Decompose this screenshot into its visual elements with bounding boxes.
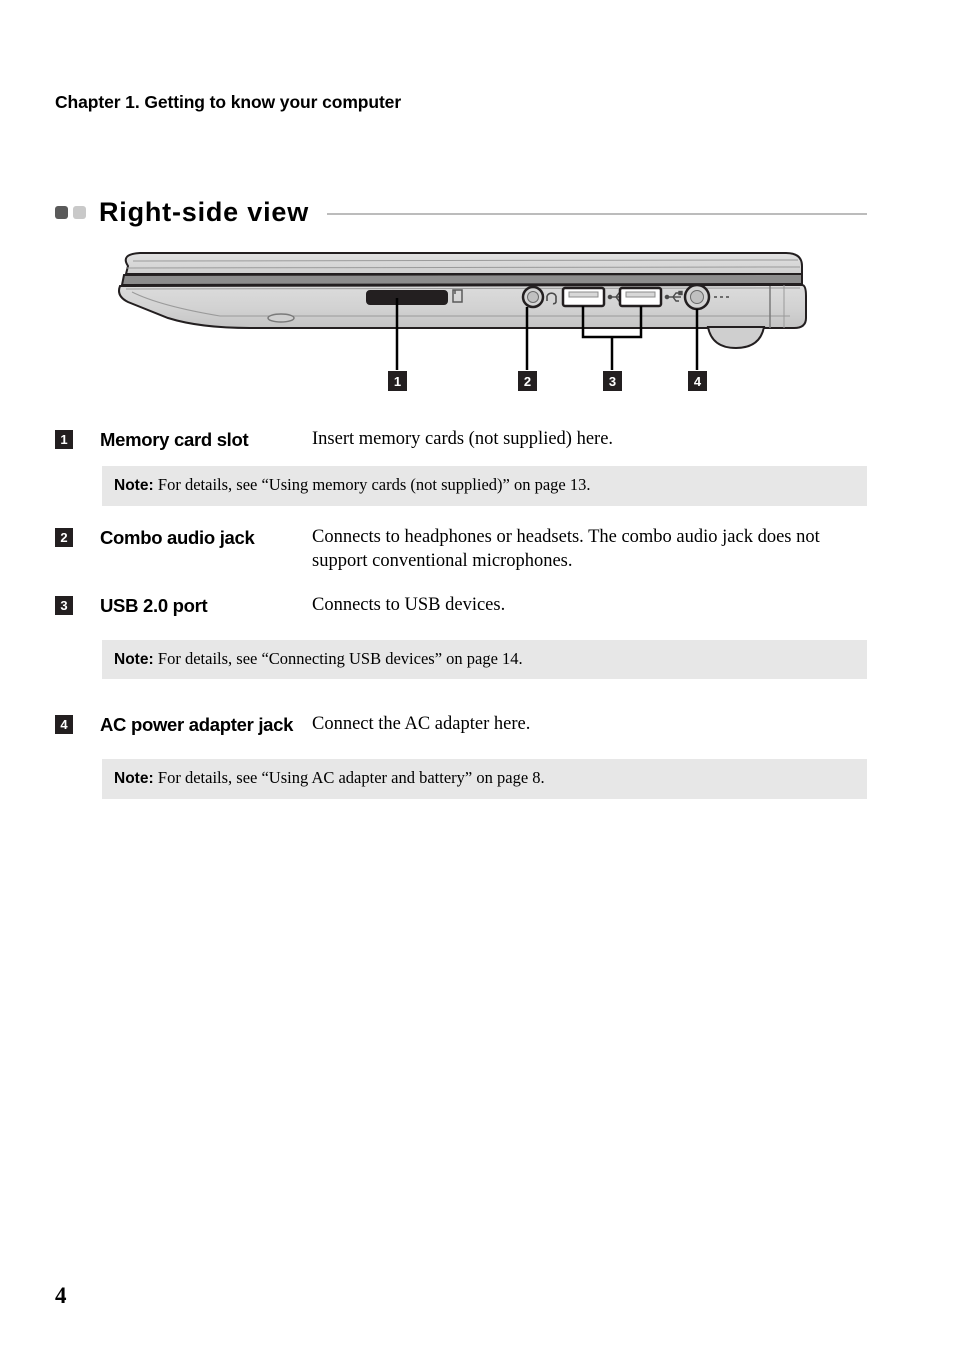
- svg-text:1: 1: [394, 374, 401, 389]
- row-badge-cell: 1: [55, 426, 100, 449]
- callout-badges: 1 2 3 4: [388, 371, 707, 391]
- note-label: Note:: [114, 650, 158, 668]
- table-row: 4 AC power adapter jack Connect the AC a…: [55, 705, 867, 739]
- row-badge: 4: [55, 715, 73, 735]
- note-ac-adapter: Note: For details, see “Using AC adapter…: [102, 759, 867, 799]
- row-label: USB 2.0 port: [100, 594, 208, 616]
- bullet-light-icon: [73, 205, 86, 219]
- callout-badge-1: 1: [388, 371, 407, 391]
- row-badge: 2: [55, 527, 73, 547]
- callout-badge-4: 4: [688, 371, 707, 391]
- port-spec-table: 1 Memory card slot Insert memory cards (…: [55, 420, 867, 799]
- table-row: 2 Combo audio jack Connects to headphone…: [55, 518, 867, 574]
- table-row: 1 Memory card slot Insert memory cards (…: [55, 420, 867, 454]
- page-number: 4: [55, 1283, 67, 1308]
- table-row: 3 USB 2.0 port Connects to USB devices.: [55, 586, 867, 620]
- svg-text:3: 3: [609, 374, 616, 389]
- laptop-body: [118, 252, 807, 350]
- row-description: Connects to headphones or headsets. The …: [312, 526, 820, 572]
- laptop-right-side-figure: 1 2 3 4: [0, 240, 954, 400]
- svg-text:2: 2: [524, 374, 531, 389]
- chapter-header: Chapter 1. Getting to know your computer: [55, 92, 402, 112]
- note-text: For details, see “Using AC adapter and b…: [157, 768, 545, 788]
- heading-rule: [327, 212, 867, 215]
- svg-text:4: 4: [694, 374, 702, 389]
- row-badge: 3: [55, 595, 73, 615]
- row-description: Insert memory cards (not supplied) here.: [312, 429, 614, 449]
- bullet-dark-icon: [55, 205, 68, 219]
- note-memory-card: Note: For details, see “Using memory car…: [102, 466, 867, 506]
- row-label: AC power adapter jack: [100, 714, 294, 736]
- row-badge-cell: 4: [55, 711, 100, 735]
- row-description: Connect the AC adapter here.: [312, 714, 531, 735]
- row-description: Connects to USB devices.: [312, 594, 506, 615]
- row-label: Combo audio jack: [100, 526, 255, 548]
- callout-badge-3: 3: [603, 371, 622, 391]
- row-badge-cell: 3: [55, 592, 100, 615]
- note-usb: Note: For details, see “Connecting USB d…: [102, 639, 867, 680]
- row-badge: 1: [55, 430, 73, 449]
- note-label: Note:: [114, 477, 158, 495]
- note-text: For details, see “Connecting USB devices…: [157, 648, 523, 668]
- row-badge-cell: 2: [55, 524, 100, 547]
- note-text: For details, see “Using memory cards (no…: [157, 475, 591, 495]
- page-title: Right-side view: [99, 196, 310, 227]
- callout-badge-2: 2: [518, 371, 537, 391]
- note-label: Note:: [114, 770, 158, 788]
- row-label: Memory card slot: [100, 429, 249, 450]
- section-heading: Right-side view: [55, 195, 867, 229]
